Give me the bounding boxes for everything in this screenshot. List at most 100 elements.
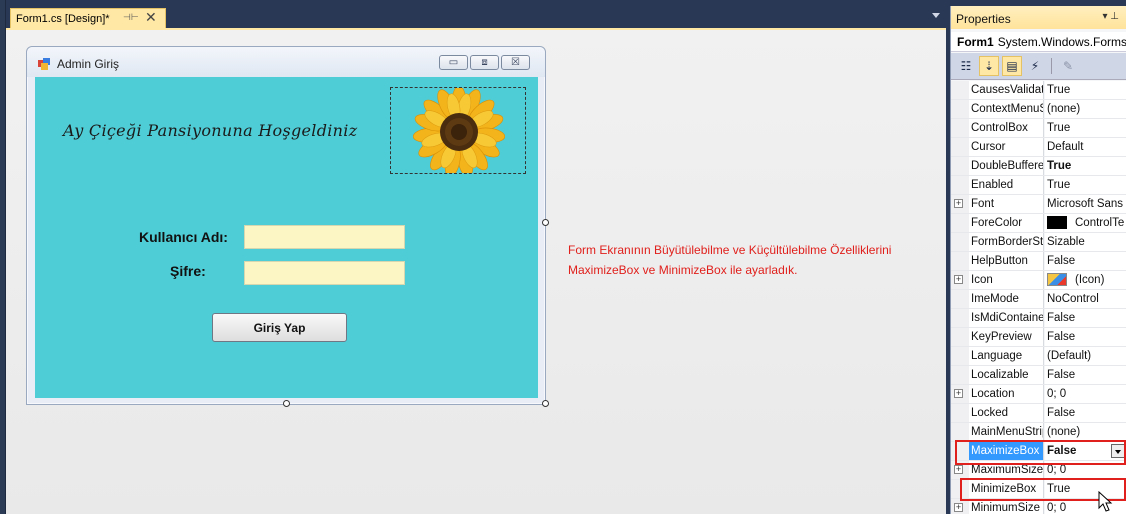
property-name: Font [969, 195, 1044, 213]
property-row-doublebuffered[interactable]: DoubleBuffered True [951, 157, 1126, 176]
property-value[interactable]: True [1045, 81, 1126, 99]
highlight-maximizebox [955, 440, 1126, 465]
properties-toolbar: ☷ ⇣ ▤ ⚡ ✎ [951, 53, 1126, 80]
expand-icon[interactable]: + [954, 389, 963, 398]
expand-icon[interactable]: + [954, 199, 963, 208]
property-value[interactable]: False [1045, 252, 1126, 270]
gutter [951, 309, 969, 327]
resize-handle-right[interactable] [542, 219, 549, 226]
property-name: CausesValidation [969, 81, 1044, 99]
resize-handle-bottom[interactable] [283, 400, 290, 407]
property-value[interactable]: True [1045, 119, 1126, 137]
property-row-helpbutton[interactable]: HelpButton False [951, 252, 1126, 271]
gutter [951, 119, 969, 137]
property-value[interactable]: Microsoft Sans [1045, 195, 1126, 213]
property-row-ismdicontainer[interactable]: IsMdiContainer False [951, 309, 1126, 328]
property-row-contextmenustrip[interactable]: ContextMenuStrip(none) [951, 100, 1126, 119]
property-value[interactable]: (none) [1045, 423, 1126, 441]
gutter [951, 100, 969, 118]
form-title: Admin Giriş [57, 57, 120, 71]
login-button[interactable]: Giriş Yap [212, 313, 347, 342]
gutter [951, 81, 969, 99]
property-value[interactable]: NoControl [1045, 290, 1126, 308]
property-row-keypreview[interactable]: KeyPreview False [951, 328, 1126, 347]
design-surface[interactable]: Admin Giriş ▭ ⧈ ☒ Ay Çiçeği Pansiyonuna … [6, 28, 946, 514]
tab-label: Form1.cs [Design]* [16, 12, 110, 25]
property-value[interactable]: True [1045, 176, 1126, 194]
property-value: (Icon) [1075, 274, 1105, 286]
close-icon[interactable]: ✕ [145, 9, 157, 26]
property-value-wrap[interactable]: ControlTe [1045, 214, 1126, 232]
alphabetical-icon[interactable]: ⇣ [979, 56, 999, 76]
close-button[interactable]: ☒ [501, 55, 530, 70]
property-row-locked[interactable]: Locked False [951, 404, 1126, 423]
properties-view-icon[interactable]: ▤ [1002, 56, 1022, 76]
gutter [951, 252, 969, 270]
property-value[interactable]: False [1045, 404, 1126, 422]
username-label[interactable]: Kullanıcı Adı: [139, 229, 228, 245]
password-label[interactable]: Şifre: [170, 263, 206, 279]
property-row-formborderstyle[interactable]: FormBorderStyleSizable [951, 233, 1126, 252]
property-value[interactable]: (Default) [1045, 347, 1126, 365]
property-name: Location [969, 385, 1044, 403]
property-value[interactable]: True [1045, 157, 1126, 175]
expand-icon[interactable]: + [954, 503, 963, 512]
categorized-icon[interactable]: ☷ [956, 56, 976, 76]
property-name: Enabled [969, 176, 1044, 194]
property-row-controlbox[interactable]: ControlBox True [951, 119, 1126, 138]
property-row-cursor[interactable]: Cursor Default [951, 138, 1126, 157]
property-name: DoubleBuffered [969, 157, 1044, 175]
expand-icon[interactable]: + [954, 275, 963, 284]
property-row-icon[interactable]: + Icon (Icon) [951, 271, 1126, 290]
property-value[interactable]: (none) [1045, 100, 1126, 118]
designer-area: Form1.cs [Design]* ⊣⊢ ✕ Admin Giriş ▭ ⧈ … [6, 0, 946, 514]
expand-icon[interactable]: + [954, 465, 963, 474]
property-row-forecolor[interactable]: ForeColor ControlTe [951, 214, 1126, 233]
property-row-enabled[interactable]: Enabled True [951, 176, 1126, 195]
property-row-causesvalidation[interactable]: CausesValidationTrue [951, 81, 1126, 100]
form-window[interactable]: Admin Giriş ▭ ⧈ ☒ Ay Çiçeği Pansiyonuna … [26, 46, 546, 405]
property-row-language[interactable]: Language (Default) [951, 347, 1126, 366]
events-lightning-icon[interactable]: ⚡ [1025, 56, 1045, 76]
property-row-localizable[interactable]: Localizable False [951, 366, 1126, 385]
object-selector[interactable]: Form1 System.Windows.Forms. [951, 32, 1126, 52]
properties-header: Properties ▾ ⊥ [951, 6, 1126, 29]
property-row-location[interactable]: + Location 0; 0 [951, 385, 1126, 404]
property-value[interactable]: False [1045, 366, 1126, 384]
sunflower-picturebox[interactable] [390, 87, 526, 174]
property-name: KeyPreview [969, 328, 1044, 346]
property-name: MainMenuStrip [969, 423, 1044, 441]
gutter [951, 157, 969, 175]
property-value[interactable]: Default [1045, 138, 1126, 156]
property-value[interactable]: Sizable [1045, 233, 1126, 251]
object-name: Form1 [957, 35, 994, 49]
gutter [951, 423, 969, 441]
property-value-wrap[interactable]: (Icon) [1045, 271, 1126, 289]
property-row-font[interactable]: + Font Microsoft Sans [951, 195, 1126, 214]
username-textbox[interactable] [244, 225, 405, 249]
property-value[interactable]: False [1045, 309, 1126, 327]
annotation-text: Form Ekranının Büyütülebilme ve Küçültül… [568, 243, 892, 277]
property-row-imemode[interactable]: ImeMode NoControl [951, 290, 1126, 309]
resize-handle-corner[interactable] [542, 400, 549, 407]
tab-form1-design[interactable]: Form1.cs [Design]* ⊣⊢ ✕ [10, 8, 166, 28]
property-name: Cursor [969, 138, 1044, 156]
ide-window: Form1.cs [Design]* ⊣⊢ ✕ Admin Giriş ▭ ⧈ … [0, 0, 1126, 514]
property-name: MinimumSize [969, 499, 1044, 514]
properties-panel: Properties ▾ ⊥ Form1 System.Windows.Forms… [950, 6, 1126, 514]
minimize-button[interactable]: ▭ [439, 55, 468, 70]
form-client-area[interactable]: Ay Çiçeği Pansiyonuna Hoşgeldiniz Kullan… [35, 77, 538, 398]
tab-list-dropdown-icon[interactable] [932, 13, 940, 18]
welcome-label[interactable]: Ay Çiçeği Pansiyonuna Hoşgeldiniz [63, 121, 357, 140]
property-name: Icon [969, 271, 1044, 289]
property-value[interactable]: 0; 0 [1045, 385, 1126, 403]
gutter [951, 176, 969, 194]
pin-icon[interactable]: ⊣⊢ [123, 12, 139, 23]
sunflower-image [391, 88, 525, 173]
property-name: Language [969, 347, 1044, 365]
property-value[interactable]: False [1045, 328, 1126, 346]
panel-controls-icon[interactable]: ▾ ⊥ [1102, 11, 1119, 22]
property-pages-wrench-icon[interactable]: ✎ [1058, 56, 1078, 76]
maximize-button[interactable]: ⧈ [470, 55, 499, 70]
password-textbox[interactable] [244, 261, 405, 285]
